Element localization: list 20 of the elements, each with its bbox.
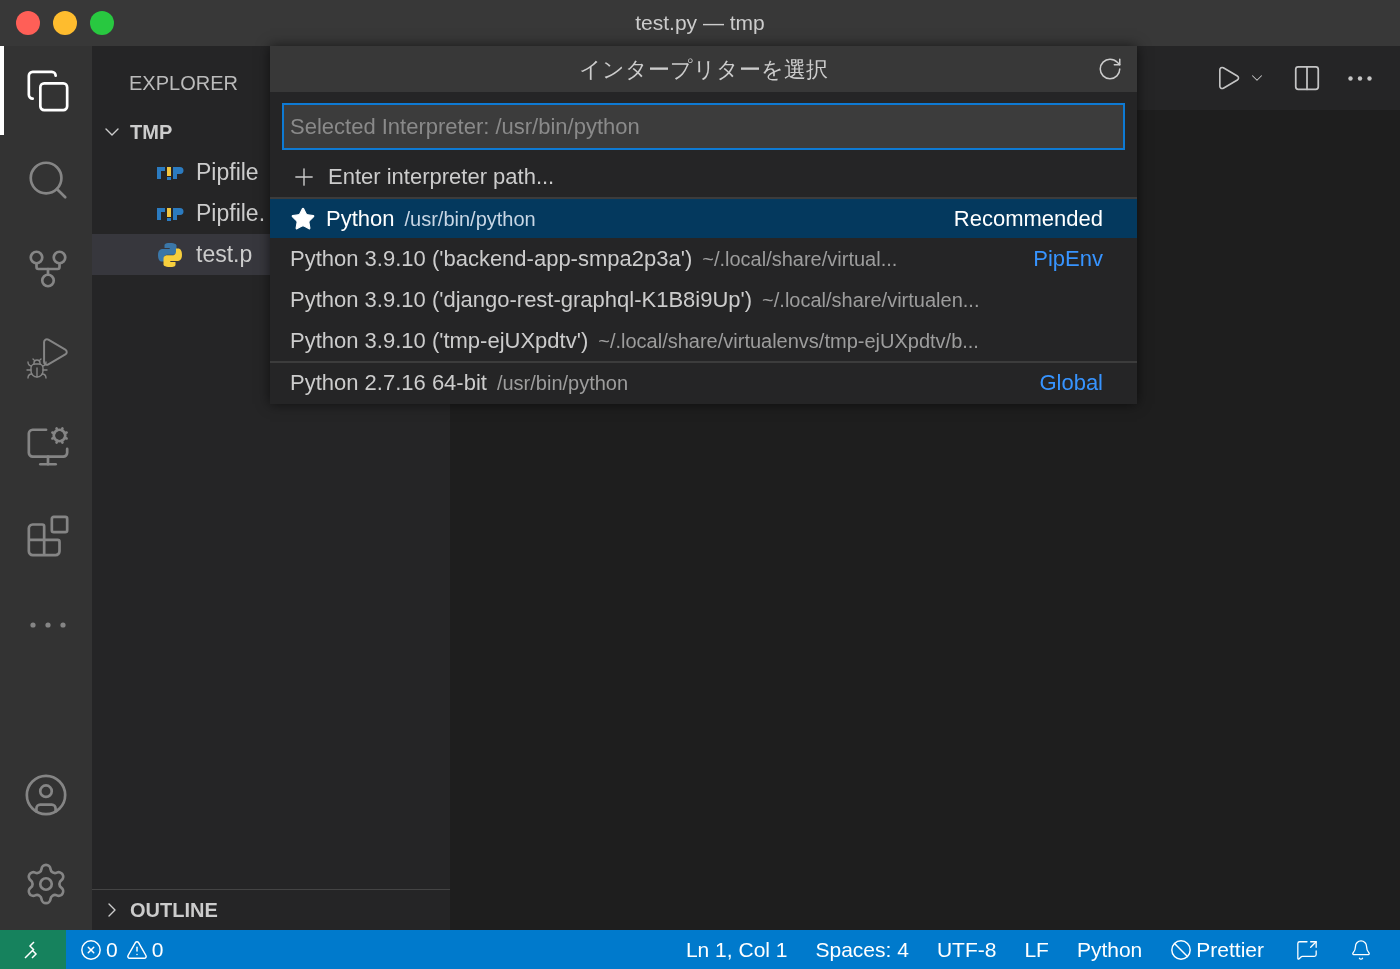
sidebar-title: EXPLORER [128, 71, 239, 96]
window-title: test.py — tmp [635, 10, 765, 37]
item-tag: PipEnv [1033, 242, 1117, 275]
item-label: Python [326, 205, 395, 233]
item-tag: Global [1039, 366, 1117, 399]
item-label: Python 3.9.10 ('tmp-ejUXpdtv') [290, 327, 589, 355]
item-path: ~/.local/share/virtual... [702, 246, 898, 272]
item-path: ~/.local/share/virtualenvs/tmp-ejUXpdtv/b... [598, 328, 979, 354]
item-path: /usr/bin/python [496, 370, 629, 396]
item-label: Python 3.9.10 ('backend-app-smpa2p3a') [290, 245, 693, 273]
file-name: Pipfile. [196, 199, 266, 229]
item-label: Python 3.9.10 ('django-rest-graphql-K1B8i9Up') [290, 286, 753, 314]
file-name: test.p [196, 240, 253, 270]
item-tag: Recommended [953, 202, 1117, 235]
item-label: Python 2.7.16 64-bit [290, 369, 487, 397]
item-path: /usr/bin/python [404, 206, 536, 232]
quick-pick-title: インタープリターを選択 [579, 55, 828, 84]
item-path: ~/.local/share/virtualen... [762, 287, 980, 313]
file-name: Pipfile [196, 158, 259, 188]
item-label: Enter interpreter path... [328, 163, 555, 191]
